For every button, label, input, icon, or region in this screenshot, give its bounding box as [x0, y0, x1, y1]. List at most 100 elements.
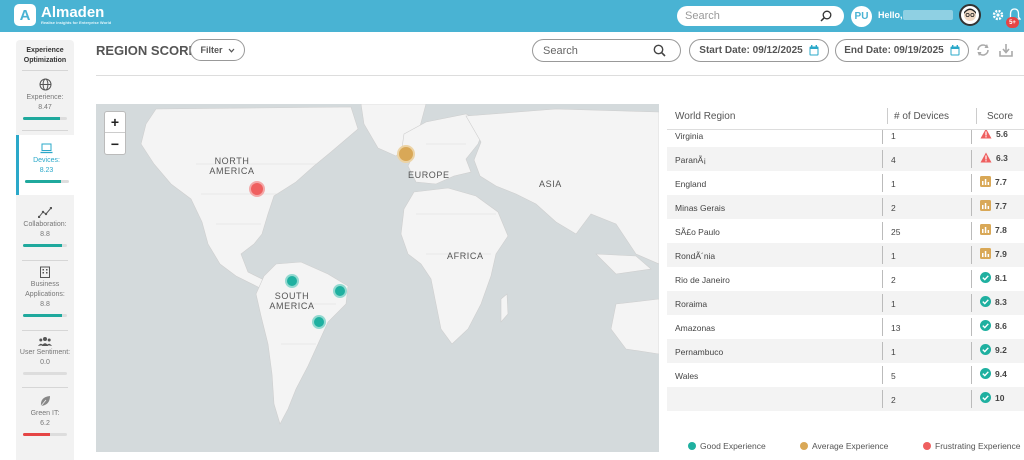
user-initials-avatar[interactable]: PU: [851, 6, 872, 27]
cell-region: Amazonas: [675, 323, 716, 333]
cell-score: 8.3: [980, 296, 1007, 307]
legend-dot: [800, 442, 808, 450]
cell-region: Pernambuco: [675, 347, 724, 357]
region-search-input[interactable]: [543, 44, 653, 57]
zoom-in-button[interactable]: +: [105, 112, 125, 133]
table-row[interactable]: Pernambuco 1 9.2: [667, 339, 1024, 363]
table-row[interactable]: Rio de Janeiro 2 8.1: [667, 267, 1024, 291]
cell-score: 7.7: [980, 176, 1007, 187]
app-name: Almaden: [41, 4, 105, 21]
table-row[interactable]: England 1 7.7: [667, 171, 1024, 195]
global-search[interactable]: [677, 6, 844, 26]
bar-chart-icon: [980, 248, 991, 259]
table-row[interactable]: Wales 5 9.4: [667, 363, 1024, 387]
start-date-picker[interactable]: Start Date: 09/12/2025: [689, 39, 829, 62]
table-row[interactable]: SÃ£o Paulo 25 7.8: [667, 219, 1024, 243]
world-map[interactable]: NORTH AMERICA EUROPE ASIA AFRICA SOUTH A…: [96, 104, 659, 452]
check-circle-icon: [980, 272, 991, 283]
table-row[interactable]: Minas Gerais 2 7.7: [667, 195, 1024, 219]
end-date-picker[interactable]: End Date: 09/19/2025: [835, 39, 969, 62]
cell-score: 7.9: [980, 248, 1007, 259]
bar-chart-icon: [980, 176, 991, 187]
gear-icon[interactable]: [992, 9, 1004, 21]
sidebar-item-user-sentiment[interactable]: User Sentiment: 0.0: [16, 336, 74, 375]
warning-triangle-icon: [980, 152, 992, 163]
legend-dot: [688, 442, 696, 450]
global-search-input[interactable]: [685, 10, 820, 22]
cell-score: 10: [980, 392, 1004, 403]
cell-score: 8.1: [980, 272, 1007, 283]
legend-frustrating: Frustrating Experience: [923, 441, 1021, 451]
sidebar-item-collaboration[interactable]: Collaboration: 8.8: [16, 207, 74, 247]
cell-score: 8.6: [980, 320, 1007, 331]
bar-chart-icon: [980, 200, 991, 211]
column-header-score[interactable]: Score: [987, 111, 1013, 122]
app-logo[interactable]: A Almaden Realise insights for Enterpris…: [14, 4, 111, 26]
sidebar-divider: [22, 330, 68, 331]
username-redacted: [903, 10, 953, 20]
legend-dot: [923, 442, 931, 450]
cell-region: Roraima: [675, 299, 708, 309]
table-header: World Region # of Devices Score: [667, 104, 1024, 130]
column-header-world-region[interactable]: World Region: [675, 111, 735, 122]
search-icon[interactable]: [653, 44, 666, 57]
chevron-down-icon: [228, 48, 234, 53]
user-face-icon: [964, 8, 976, 21]
map-zoom-control: + −: [104, 111, 126, 155]
refresh-icon[interactable]: [976, 43, 990, 57]
sidebar-title: Experience Optimization: [23, 47, 67, 64]
cell-devices: 1: [891, 251, 896, 261]
cell-region: Rio de Janeiro: [675, 275, 730, 285]
region-search[interactable]: [532, 39, 681, 62]
warning-triangle-icon: [980, 130, 992, 139]
cell-devices: 5: [891, 371, 896, 381]
user-avatar[interactable]: [959, 4, 981, 26]
column-header-devices[interactable]: # of Devices: [894, 111, 949, 122]
cell-devices: 13: [891, 323, 901, 333]
filter-button[interactable]: Filter: [190, 39, 245, 61]
cell-devices: 2: [891, 395, 896, 405]
sidebar: Experience Optimization Experience: 8.47…: [16, 40, 74, 460]
table-row[interactable]: Virginia 1 5.6: [667, 130, 1024, 147]
cell-region: England: [675, 179, 707, 189]
search-icon[interactable]: [820, 10, 832, 22]
table-row[interactable]: Roraima 1 8.3: [667, 291, 1024, 315]
building-icon: [40, 266, 50, 278]
sidebar-item-devices[interactable]: Devices: 8.23: [16, 135, 74, 195]
legend-average: Average Experience: [800, 441, 888, 451]
network-icon: [38, 207, 52, 218]
cell-region: RondÃ´nia: [675, 251, 716, 261]
cell-score: 7.7: [980, 200, 1007, 211]
calendar-icon: [809, 45, 819, 56]
calendar-icon: [950, 45, 960, 56]
green-it-score-bar: [23, 433, 67, 436]
table-row[interactable]: RondÃ´nia 1 7.9: [667, 243, 1024, 267]
globe-icon: [39, 78, 51, 91]
notification-badge: 5+: [1006, 17, 1019, 28]
users-icon: [38, 337, 52, 346]
zoom-out-button[interactable]: −: [105, 133, 125, 154]
sidebar-divider: [22, 70, 68, 71]
map-label-north-america: NORTH AMERICA: [209, 156, 255, 176]
table-row[interactable]: 2 10: [667, 387, 1024, 411]
cell-region: Minas Gerais: [675, 203, 726, 213]
download-icon[interactable]: [999, 43, 1013, 57]
cell-devices: 4: [891, 155, 896, 165]
cell-region: ParanÃ¡: [675, 155, 707, 165]
map-label-asia: ASIA: [539, 179, 562, 189]
top-bar: A Almaden Realise insights for Enterpris…: [0, 0, 1024, 32]
check-circle-icon: [980, 320, 991, 331]
table-row[interactable]: Amazonas 13 8.6: [667, 315, 1024, 339]
table-row[interactable]: ParanÃ¡ 4 6.3: [667, 147, 1024, 171]
laptop-icon: [40, 143, 53, 154]
cell-devices: 1: [891, 299, 896, 309]
check-circle-icon: [980, 368, 991, 379]
table-body[interactable]: Virginia 1 5.6 ParanÃ¡ 4 6.3 England 1 7.7 Minas …: [667, 130, 1024, 434]
cell-devices: 25: [891, 227, 901, 237]
sidebar-item-experience[interactable]: Experience: 8.47: [16, 78, 74, 120]
bar-chart-icon: [980, 224, 991, 235]
greeting-text: Hello,: [878, 10, 903, 20]
sidebar-item-green-it[interactable]: Green IT: 6.2: [16, 395, 74, 436]
sidebar-item-business-applications[interactable]: Business Applications: 8.8: [16, 266, 74, 317]
user-sentiment-score-bar: [23, 372, 67, 375]
